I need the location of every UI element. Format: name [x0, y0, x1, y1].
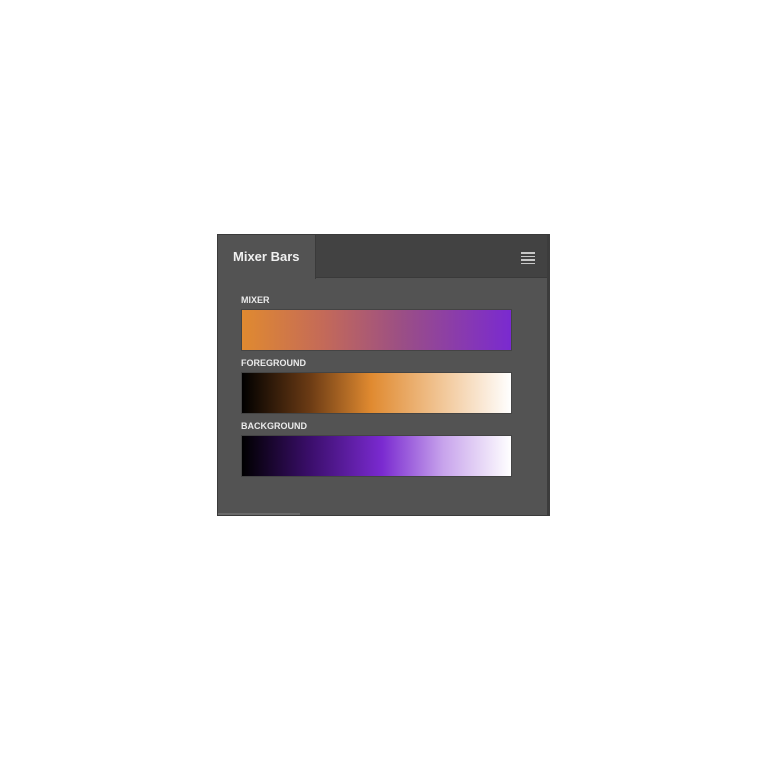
- menu-line: [521, 259, 535, 261]
- menu-line: [521, 252, 535, 254]
- panel-tab-bar: Mixer Bars: [218, 235, 547, 279]
- mixer-gradient-bar[interactable]: [241, 309, 512, 351]
- mixer-label: MIXER: [241, 295, 270, 305]
- hamburger-menu-icon[interactable]: [521, 252, 535, 264]
- foreground-label: FOREGROUND: [241, 358, 306, 368]
- tab-mixer-bars[interactable]: Mixer Bars: [218, 235, 316, 279]
- mixer-bars-panel: Mixer Bars MIXER FOREGROUND BACKGROUND: [217, 234, 550, 516]
- foreground-gradient-bar[interactable]: [241, 372, 512, 414]
- menu-line: [521, 262, 535, 264]
- background-label: BACKGROUND: [241, 421, 307, 431]
- menu-line: [521, 255, 535, 257]
- panel-resize-strip: [218, 513, 300, 515]
- background-gradient-bar[interactable]: [241, 435, 512, 477]
